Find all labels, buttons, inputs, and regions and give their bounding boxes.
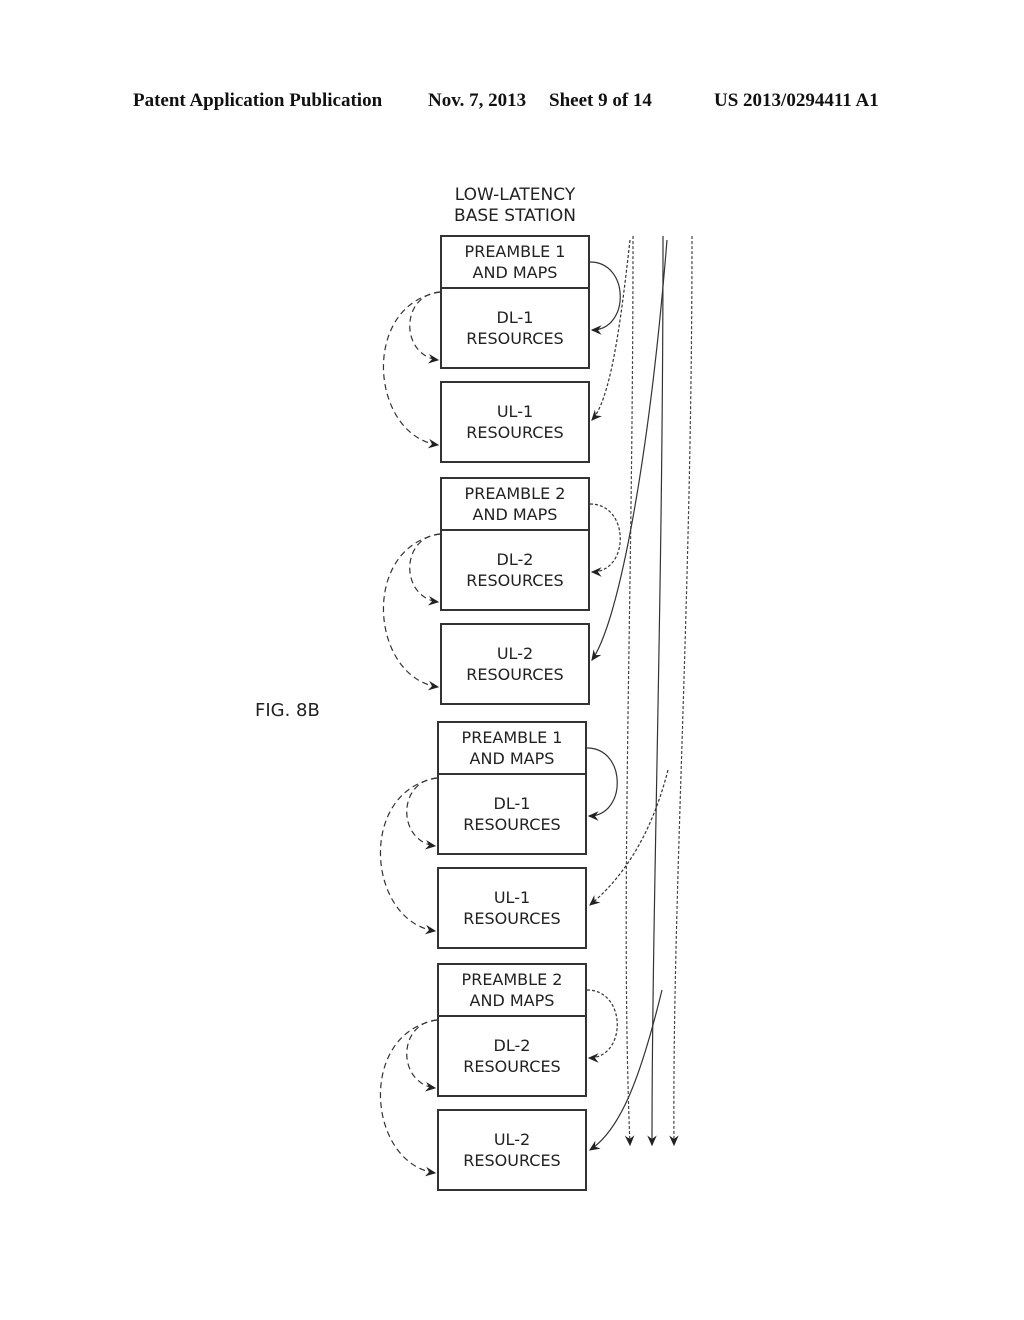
ul-resources-box-line: RESOURCES xyxy=(466,665,564,684)
ul-resources-box: UL-1 RESOURCES xyxy=(440,381,590,463)
ul-left-arrow xyxy=(379,777,438,935)
preamble-box: PREAMBLE 2 AND MAPS xyxy=(437,963,587,1017)
ul-resources-box-line: UL-1 xyxy=(496,402,534,421)
ul-resources-box: UL-2 RESOURCES xyxy=(440,623,590,705)
dl-left-arrow xyxy=(409,533,441,606)
preamble-to-dl-arrow xyxy=(586,747,618,821)
preamble-box: PREAMBLE 1 AND MAPS xyxy=(437,721,587,775)
ul-resources-box-line: UL-1 xyxy=(493,888,531,907)
dl-resources-box-line: RESOURCES xyxy=(466,571,564,590)
preamble-box-line: AND MAPS xyxy=(469,991,555,1010)
preamble-to-dl-arrow xyxy=(586,989,618,1063)
timeline-dotted-left xyxy=(624,235,635,1147)
ul-resources-box-line: UL-2 xyxy=(496,644,534,663)
dl-left-arrow xyxy=(406,1019,438,1092)
ul-left-arrow xyxy=(382,533,441,691)
preamble-box-line: PREAMBLE 1 xyxy=(464,242,566,261)
preamble-to-dl-arrow xyxy=(589,261,621,335)
preamble-box-line: AND MAPS xyxy=(469,749,555,768)
dl-resources-box: DL-2 RESOURCES xyxy=(437,1015,587,1097)
dl-resources-box: DL-1 RESOURCES xyxy=(440,287,590,369)
ul-left-arrow xyxy=(379,1019,438,1177)
ul2b-incoming-arrow xyxy=(589,989,663,1151)
preamble-box-line: PREAMBLE 2 xyxy=(464,484,566,503)
dl-left-arrow xyxy=(406,777,438,850)
preamble-box-line: PREAMBLE 2 xyxy=(461,970,563,989)
ul-resources-box-line: RESOURCES xyxy=(463,1151,561,1170)
preamble-box-line: AND MAPS xyxy=(472,505,558,524)
preamble-box-line: AND MAPS xyxy=(472,263,558,282)
dl-resources-box-line: RESOURCES xyxy=(463,1057,561,1076)
dl-resources-box-line: DL-1 xyxy=(496,308,534,327)
ul-left-arrow xyxy=(382,291,441,449)
dl-resources-box-line: DL-1 xyxy=(493,794,531,813)
dl-resources-box: DL-2 RESOURCES xyxy=(440,529,590,611)
ul-resources-box: UL-2 RESOURCES xyxy=(437,1109,587,1191)
dl-resources-box-line: RESOURCES xyxy=(463,815,561,834)
timeline-dotted-right xyxy=(669,235,693,1147)
dl-resources-box-line: RESOURCES xyxy=(466,329,564,348)
ul-resources-box-line: RESOURCES xyxy=(463,909,561,928)
ul-resources-box: UL-1 RESOURCES xyxy=(437,867,587,949)
preamble-box: PREAMBLE 1 AND MAPS xyxy=(440,235,590,289)
dl-resources-box: DL-1 RESOURCES xyxy=(437,773,587,855)
preamble-box-line: PREAMBLE 1 xyxy=(461,728,563,747)
dl-left-arrow xyxy=(409,291,441,364)
ul-resources-box-line: UL-2 xyxy=(493,1130,531,1149)
dl-resources-box-line: DL-2 xyxy=(496,550,534,569)
dl-resources-box-line: DL-2 xyxy=(493,1036,531,1055)
preamble-box: PREAMBLE 2 AND MAPS xyxy=(440,477,590,531)
preamble-to-dl-arrow xyxy=(589,503,621,577)
ul-resources-box-line: RESOURCES xyxy=(466,423,564,442)
